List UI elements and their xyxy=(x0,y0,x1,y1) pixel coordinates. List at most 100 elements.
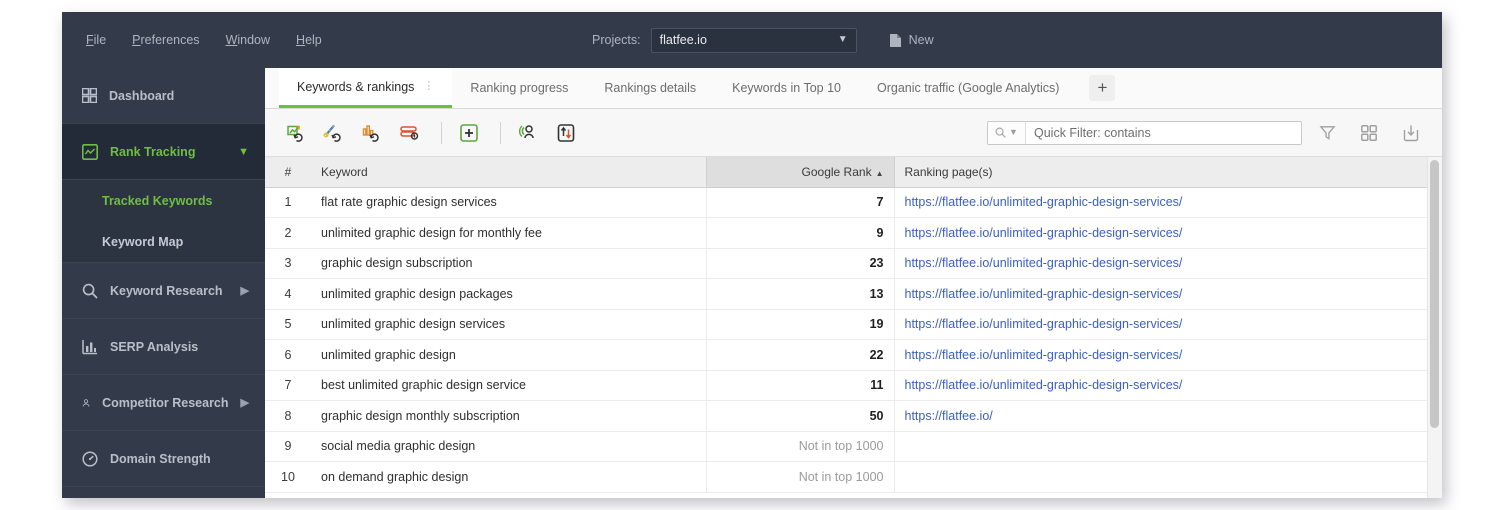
update-keyword-difficulty-icon[interactable] xyxy=(317,118,351,148)
quick-filter-input[interactable] xyxy=(1026,125,1301,140)
update-search-volume-icon[interactable] xyxy=(355,118,389,148)
sidebar-subitems-rank-tracking: Tracked Keywords Keyword Map xyxy=(62,180,265,263)
ranking-page-link[interactable]: https://flatfee.io/unlimited-graphic-des… xyxy=(905,195,1183,209)
keywords-table: # Keyword Google Rank ▲ Ranking page(s) 1… xyxy=(265,157,1442,493)
ranking-page-link[interactable]: https://flatfee.io/unlimited-graphic-des… xyxy=(905,317,1183,331)
sidebar-item-keyword-research[interactable]: Keyword Research ▶ xyxy=(62,263,265,319)
cell-google-rank: 50 xyxy=(706,400,895,432)
document-icon xyxy=(889,33,901,47)
cell-keyword: graphic design monthly subscription xyxy=(311,400,707,432)
cell-google-rank: 9 xyxy=(706,217,895,249)
ranking-page-link[interactable]: https://flatfee.io/unlimited-graphic-des… xyxy=(905,226,1183,240)
tab-organic-traffic[interactable]: Organic traffic (Google Analytics) xyxy=(859,68,1077,108)
tab-keywords-in-top-10[interactable]: Keywords in Top 10 xyxy=(714,68,859,108)
tab-bar: Keywords & rankings ⋮ Ranking progress R… xyxy=(265,68,1442,109)
vertical-dots-icon[interactable]: ⋮ xyxy=(423,81,434,92)
menu-item-help[interactable]: Help xyxy=(296,33,322,47)
quick-filter-mode-selector[interactable]: ▼ xyxy=(988,121,1026,144)
export-download-icon[interactable] xyxy=(1394,118,1428,148)
application-window: File Preferences Window Help Projects: f… xyxy=(62,12,1442,498)
add-keywords-icon[interactable] xyxy=(452,118,486,148)
sidebar-label-keyword-map: Keyword Map xyxy=(102,234,184,249)
sidebar-label-domain-strength: Domain Strength xyxy=(110,451,211,466)
cell-keyword: unlimited graphic design for monthly fee xyxy=(311,217,707,249)
table-row[interactable]: 9 social media graphic design Not in top… xyxy=(265,431,1442,462)
keywords-table-container: # Keyword Google Rank ▲ Ranking page(s) 1… xyxy=(265,157,1442,498)
tab-label-rankings-details: Rankings details xyxy=(604,81,697,95)
cell-keyword: on demand graphic design xyxy=(311,461,707,493)
table-row[interactable]: 4 unlimited graphic design packages 13 h… xyxy=(265,278,1442,310)
ranking-page-link[interactable]: https://flatfee.io/unlimited-graphic-des… xyxy=(905,287,1183,301)
sidebar-item-competitor-research[interactable]: Competitor Research ▶ xyxy=(62,375,265,431)
sidebar: Dashboard Rank Tracking ▼ Tracked Keywor… xyxy=(62,68,265,498)
cell-google-rank: Not in top 1000 xyxy=(706,461,895,493)
competitors-icon[interactable] xyxy=(511,118,545,148)
tab-keywords-and-rankings[interactable]: Keywords & rankings ⋮ xyxy=(279,68,453,108)
quick-filter-box[interactable]: ▼ xyxy=(987,120,1302,145)
column-header-ranking-pages[interactable]: Ranking page(s) xyxy=(893,157,1442,188)
menu-help-mnemonic: H xyxy=(296,33,306,47)
cell-number: 1 xyxy=(265,187,311,218)
cell-google-rank: 23 xyxy=(706,248,895,279)
update-rankings-icon[interactable] xyxy=(279,118,313,148)
sidebar-item-keyword-map[interactable]: Keyword Map xyxy=(62,221,265,262)
menu-help-rest: elp xyxy=(305,33,322,47)
cell-ranking-page: https://flatfee.io/unlimited-graphic-des… xyxy=(894,370,1442,401)
cell-keyword: unlimited graphic design packages xyxy=(311,278,707,310)
table-row[interactable]: 10 on demand graphic design Not in top 1… xyxy=(265,461,1442,493)
table-row[interactable]: 2 unlimited graphic design for monthly f… xyxy=(265,217,1442,249)
toolbar: ▼ xyxy=(265,109,1442,157)
sidebar-item-tracked-keywords[interactable]: Tracked Keywords xyxy=(62,180,265,221)
table-scrollbar-thumb[interactable] xyxy=(1430,160,1439,428)
tab-rankings-details[interactable]: Rankings details xyxy=(586,68,714,108)
sidebar-item-serp-analysis[interactable]: SERP Analysis xyxy=(62,319,265,375)
cell-google-rank: 19 xyxy=(706,309,895,340)
add-tab-button[interactable]: + xyxy=(1089,75,1116,101)
sidebar-label-competitor-research: Competitor Research xyxy=(102,395,229,410)
cell-google-rank: 7 xyxy=(706,187,895,218)
table-row[interactable]: 6 unlimited graphic design 22 https://fl… xyxy=(265,339,1442,371)
cell-number: 3 xyxy=(265,248,311,279)
sidebar-item-rank-tracking[interactable]: Rank Tracking ▼ xyxy=(62,124,265,180)
table-scrollbar-track[interactable] xyxy=(1427,157,1442,498)
cell-ranking-page: https://flatfee.io/unlimited-graphic-des… xyxy=(894,278,1442,310)
ranking-page-link[interactable]: https://flatfee.io/ xyxy=(905,409,993,423)
table-row[interactable]: 5 unlimited graphic design services 19 h… xyxy=(265,309,1442,340)
menu-item-file[interactable]: File xyxy=(86,33,106,47)
new-project-button[interactable]: New xyxy=(889,33,934,48)
column-header-keyword[interactable]: Keyword xyxy=(311,157,706,188)
cell-google-rank: 11 xyxy=(706,370,895,401)
filter-icon[interactable] xyxy=(1310,118,1344,148)
sidebar-item-dashboard[interactable]: Dashboard xyxy=(62,68,265,124)
column-header-number[interactable]: # xyxy=(265,157,311,188)
sidebar-label-serp-analysis: SERP Analysis xyxy=(110,339,199,354)
sort-ascending-icon: ▲ xyxy=(875,168,884,178)
cell-ranking-page: https://flatfee.io/unlimited-graphic-des… xyxy=(894,248,1442,279)
sidebar-item-domain-strength[interactable]: Domain Strength xyxy=(62,431,265,487)
table-row[interactable]: 3 graphic design subscription 23 https:/… xyxy=(265,248,1442,279)
table-row[interactable]: 1 flat rate graphic design services 7 ht… xyxy=(265,187,1442,218)
ranking-page-link[interactable]: https://flatfee.io/unlimited-graphic-des… xyxy=(905,378,1183,392)
table-row[interactable]: 8 graphic design monthly subscription 50… xyxy=(265,400,1442,432)
cell-ranking-page: https://flatfee.io/unlimited-graphic-des… xyxy=(894,187,1442,218)
grid-icon xyxy=(82,88,97,103)
tab-ranking-progress[interactable]: Ranking progress xyxy=(452,68,586,108)
import-export-icon[interactable] xyxy=(549,118,583,148)
menu-item-preferences[interactable]: Preferences xyxy=(132,33,199,47)
ranking-page-link[interactable]: https://flatfee.io/unlimited-graphic-des… xyxy=(905,348,1183,362)
cell-ranking-page: https://flatfee.io/unlimited-graphic-des… xyxy=(894,309,1442,340)
cell-number: 7 xyxy=(265,370,311,401)
project-dropdown[interactable]: flatfee.io ▼ xyxy=(650,27,857,53)
search-icon xyxy=(995,127,1006,138)
sidebar-label-keyword-research: Keyword Research xyxy=(110,283,223,298)
chevron-right-icon: ▶ xyxy=(240,397,249,409)
chevron-right-icon: ▶ xyxy=(240,285,249,297)
update-serp-features-icon[interactable] xyxy=(393,118,427,148)
column-header-google-rank[interactable]: Google Rank ▲ xyxy=(705,157,894,188)
grid-view-icon[interactable] xyxy=(1352,118,1386,148)
ranking-page-link[interactable]: https://flatfee.io/unlimited-graphic-des… xyxy=(905,256,1183,270)
cell-ranking-page: https://flatfee.io/ xyxy=(894,400,1442,432)
menu-item-window[interactable]: Window xyxy=(226,33,270,47)
project-selector-area: Projects: flatfee.io ▼ New xyxy=(592,12,934,68)
table-row[interactable]: 7 best unlimited graphic design service … xyxy=(265,370,1442,401)
